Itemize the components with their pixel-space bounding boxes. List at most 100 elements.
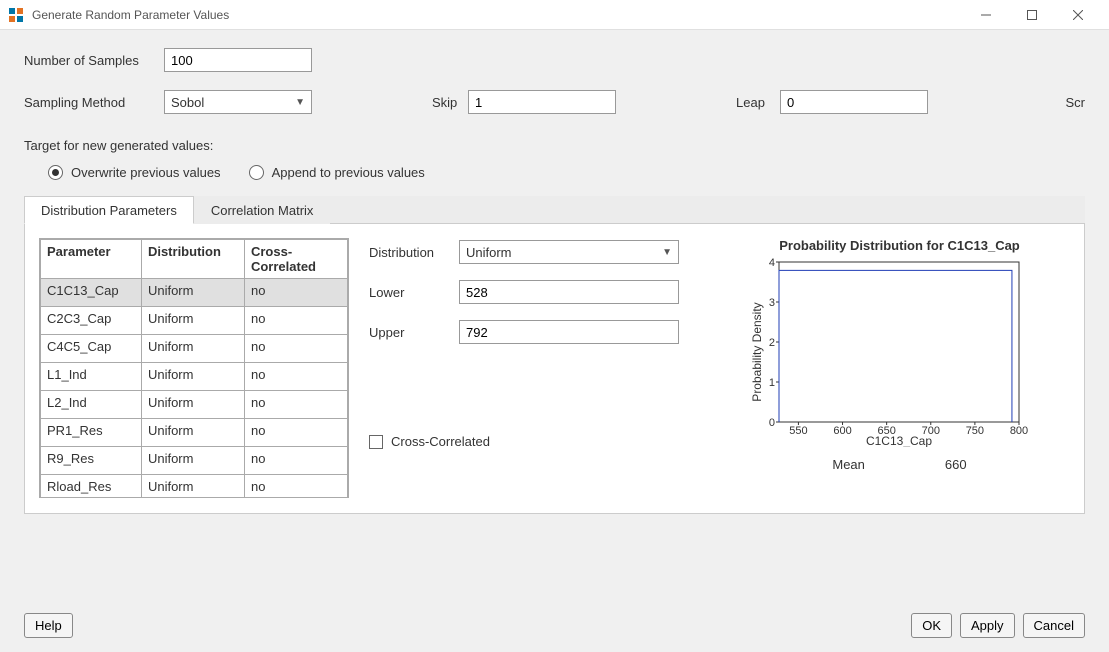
target-title: Target for new generated values: xyxy=(24,138,1085,153)
table-cell: Uniform xyxy=(141,391,244,419)
apply-button[interactable]: Apply xyxy=(960,613,1015,638)
table-row[interactable]: PR1_ResUniformno xyxy=(41,419,348,447)
chart-area: Probability Distribution for C1C13_Cap P… xyxy=(729,238,1070,499)
header-distribution[interactable]: Distribution xyxy=(141,240,244,279)
radio-icon xyxy=(48,165,63,180)
num-samples-row: Number of Samples xyxy=(24,48,1085,72)
svg-text:3: 3 xyxy=(769,297,775,309)
table-cell: no xyxy=(244,447,347,475)
tab-distribution-parameters[interactable]: Distribution Parameters xyxy=(24,196,194,224)
table-cell: R9_Res xyxy=(41,447,142,475)
skip-input[interactable] xyxy=(468,90,616,114)
table-cell: Uniform xyxy=(141,419,244,447)
leap-label: Leap xyxy=(736,95,780,110)
chevron-down-icon: ▼ xyxy=(295,97,305,108)
cc-label: Cross-Correlated xyxy=(391,434,490,449)
titlebar: Generate Random Parameter Values xyxy=(0,0,1109,30)
sampling-method-dropdown[interactable]: Sobol ▼ xyxy=(164,90,312,114)
header-cross-correlated[interactable]: Cross-Correlated xyxy=(244,240,347,279)
append-radio[interactable]: Append to previous values xyxy=(249,165,425,180)
table-cell: no xyxy=(244,335,347,363)
target-block: Target for new generated values: Overwri… xyxy=(24,138,1085,180)
table-cell: C4C5_Cap xyxy=(41,335,142,363)
svg-text:2: 2 xyxy=(769,337,775,349)
window-title: Generate Random Parameter Values xyxy=(32,8,963,22)
table-row[interactable]: Rload_ResUniformno xyxy=(41,475,348,499)
table-cell: Uniform xyxy=(141,475,244,499)
svg-text:550: 550 xyxy=(789,425,807,437)
distribution-form: Distribution Uniform ▼ Lower Upper Cross… xyxy=(369,238,709,499)
minimize-button[interactable] xyxy=(963,0,1009,30)
maximize-button[interactable] xyxy=(1009,0,1055,30)
table-header-row: Parameter Distribution Cross-Correlated xyxy=(41,240,348,279)
chevron-down-icon: ▼ xyxy=(662,247,672,258)
svg-text:600: 600 xyxy=(833,425,851,437)
content-area: Number of Samples Sampling Method Sobol … xyxy=(0,30,1109,652)
table-cell: L2_Ind xyxy=(41,391,142,419)
table-cell: L1_Ind xyxy=(41,363,142,391)
upper-input[interactable] xyxy=(459,320,679,344)
table-cell: C2C3_Cap xyxy=(41,307,142,335)
cancel-button[interactable]: Cancel xyxy=(1023,613,1085,638)
table-cell: no xyxy=(244,475,347,499)
svg-text:1: 1 xyxy=(769,377,775,389)
table-cell: Uniform xyxy=(141,335,244,363)
y-axis-label: Probability Density xyxy=(750,302,764,401)
tab-bar: Distribution Parameters Correlation Matr… xyxy=(24,196,1085,224)
tab-panel: Parameter Distribution Cross-Correlated … xyxy=(24,224,1085,514)
svg-text:800: 800 xyxy=(1010,425,1028,437)
svg-text:750: 750 xyxy=(966,425,984,437)
table-cell: Uniform xyxy=(141,447,244,475)
table-cell: Uniform xyxy=(141,279,244,307)
x-axis-label: C1C13_Cap xyxy=(866,434,932,447)
table-row[interactable]: L1_IndUniformno xyxy=(41,363,348,391)
mean-value: 660 xyxy=(945,457,967,472)
lower-input[interactable] xyxy=(459,280,679,304)
help-button[interactable]: Help xyxy=(24,613,73,638)
mean-label: Mean xyxy=(832,457,865,472)
table-row[interactable]: C2C3_CapUniformno xyxy=(41,307,348,335)
table-row[interactable]: C4C5_CapUniformno xyxy=(41,335,348,363)
footer: Help OK Apply Cancel xyxy=(24,613,1085,638)
table-row[interactable]: R9_ResUniformno xyxy=(41,447,348,475)
table-cell: Uniform xyxy=(141,363,244,391)
ok-button[interactable]: OK xyxy=(911,613,952,638)
table-cell: Uniform xyxy=(141,307,244,335)
table-row[interactable]: L2_IndUniformno xyxy=(41,391,348,419)
table-cell: C1C13_Cap xyxy=(41,279,142,307)
table-row[interactable]: C1C13_CapUniformno xyxy=(41,279,348,307)
window-controls xyxy=(963,0,1101,30)
table-cell: no xyxy=(244,307,347,335)
table-cell: no xyxy=(244,363,347,391)
scr-label: Scr xyxy=(1066,95,1086,110)
parameter-table[interactable]: Parameter Distribution Cross-Correlated … xyxy=(39,238,349,498)
table-cell: no xyxy=(244,419,347,447)
cross-correlated-checkbox[interactable]: Cross-Correlated xyxy=(369,434,709,449)
svg-text:4: 4 xyxy=(769,257,775,269)
distribution-dropdown[interactable]: Uniform ▼ xyxy=(459,240,679,264)
chart-title: Probability Distribution for C1C13_Cap xyxy=(729,238,1070,253)
tab-correlation-matrix[interactable]: Correlation Matrix xyxy=(194,196,331,224)
radio-icon xyxy=(249,165,264,180)
num-samples-input[interactable] xyxy=(164,48,312,72)
table-cell: PR1_Res xyxy=(41,419,142,447)
skip-label: Skip xyxy=(432,95,468,110)
overwrite-radio[interactable]: Overwrite previous values xyxy=(48,165,221,180)
table-cell: no xyxy=(244,279,347,307)
lower-label: Lower xyxy=(369,285,459,300)
distribution-value: Uniform xyxy=(466,245,512,260)
upper-label: Upper xyxy=(369,325,459,340)
num-samples-label: Number of Samples xyxy=(24,53,164,68)
mean-row: Mean 660 xyxy=(729,457,1070,472)
close-button[interactable] xyxy=(1055,0,1101,30)
overwrite-label: Overwrite previous values xyxy=(71,165,221,180)
append-label: Append to previous values xyxy=(272,165,425,180)
sampling-method-label: Sampling Method xyxy=(24,95,164,110)
sampling-row: Sampling Method Sobol ▼ Skip Leap Scr xyxy=(24,90,1085,114)
table-cell: no xyxy=(244,391,347,419)
probability-chart: Probability Density 01234 55060065070075… xyxy=(749,257,1029,447)
leap-input[interactable] xyxy=(780,90,928,114)
table-cell: Rload_Res xyxy=(41,475,142,499)
sampling-method-value: Sobol xyxy=(171,95,204,110)
header-parameter[interactable]: Parameter xyxy=(41,240,142,279)
